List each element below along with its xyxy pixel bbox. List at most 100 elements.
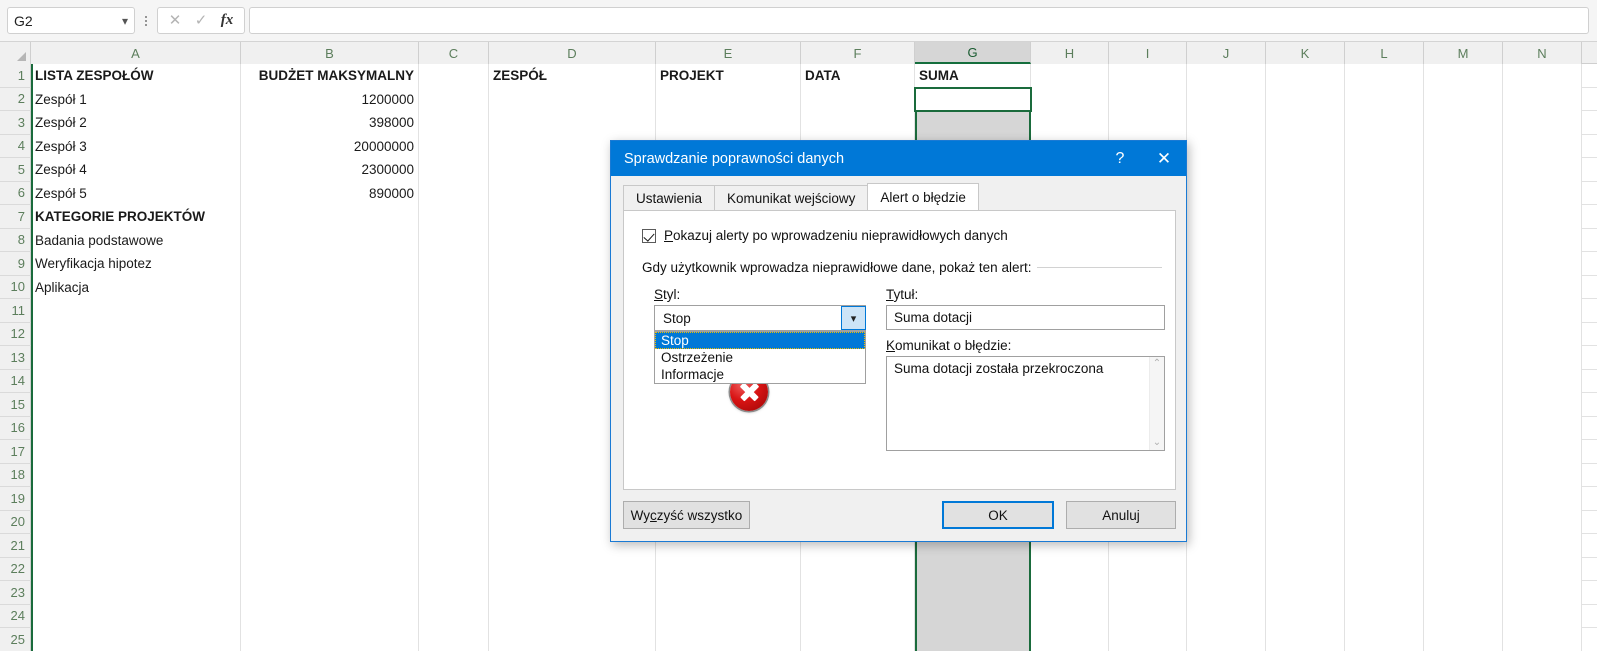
row-header-23[interactable]: 23	[0, 581, 31, 605]
cell-I2[interactable]	[1109, 87, 1187, 111]
cell-C5[interactable]	[419, 158, 489, 182]
cell-K16[interactable]	[1266, 416, 1345, 440]
cell-C19[interactable]	[419, 487, 489, 511]
cell-M23[interactable]	[1424, 581, 1503, 605]
cell-K9[interactable]	[1266, 252, 1345, 276]
cell-M3[interactable]	[1424, 111, 1503, 135]
cell-B24[interactable]	[241, 604, 419, 628]
cell-J2[interactable]	[1187, 87, 1266, 111]
cell-A18[interactable]	[31, 463, 241, 487]
cell-C25[interactable]	[419, 628, 489, 651]
row-header-7[interactable]: 7	[0, 205, 31, 229]
cell-C9[interactable]	[419, 252, 489, 276]
cell-N23[interactable]	[1503, 581, 1582, 605]
cell-M17[interactable]	[1424, 440, 1503, 464]
cell-M9[interactable]	[1424, 252, 1503, 276]
cell-E3[interactable]	[656, 111, 801, 135]
cell-K19[interactable]	[1266, 487, 1345, 511]
cell-C18[interactable]	[419, 463, 489, 487]
cell-L7[interactable]	[1345, 205, 1424, 229]
cell-H1[interactable]	[1031, 64, 1109, 88]
row-header-14[interactable]: 14	[0, 369, 31, 393]
cell-M8[interactable]	[1424, 228, 1503, 252]
row-header-17[interactable]: 17	[0, 440, 31, 464]
cell-B15[interactable]	[241, 393, 419, 417]
cell-N10[interactable]	[1503, 275, 1582, 299]
cell-L19[interactable]	[1345, 487, 1424, 511]
cell-A19[interactable]	[31, 487, 241, 511]
cell-D2[interactable]	[489, 87, 656, 111]
cell-M1[interactable]	[1424, 64, 1503, 88]
cell-L1[interactable]	[1345, 64, 1424, 88]
cell-L3[interactable]	[1345, 111, 1424, 135]
cell-A2[interactable]: Zespół 1	[31, 87, 241, 111]
cell-F3[interactable]	[801, 111, 915, 135]
cell-G2[interactable]	[915, 87, 1031, 111]
cell-B20[interactable]	[241, 510, 419, 534]
cell-C23[interactable]	[419, 581, 489, 605]
style-dropdown-list[interactable]: Stop Ostrzeżenie Informacje	[654, 331, 866, 384]
cell-C4[interactable]	[419, 134, 489, 158]
cell-C7[interactable]	[419, 205, 489, 229]
cell-N15[interactable]	[1503, 393, 1582, 417]
cell-L17[interactable]	[1345, 440, 1424, 464]
cell-N14[interactable]	[1503, 369, 1582, 393]
cell-H24[interactable]	[1031, 604, 1109, 628]
row-header-6[interactable]: 6	[0, 181, 31, 205]
cell-M24[interactable]	[1424, 604, 1503, 628]
cell-K22[interactable]	[1266, 557, 1345, 581]
cell-J12[interactable]	[1187, 322, 1266, 346]
cell-N12[interactable]	[1503, 322, 1582, 346]
row-header-20[interactable]: 20	[0, 510, 31, 534]
cell-B19[interactable]	[241, 487, 419, 511]
cell-L2[interactable]	[1345, 87, 1424, 111]
cell-J15[interactable]	[1187, 393, 1266, 417]
cell-E24[interactable]	[656, 604, 801, 628]
cell-A9[interactable]: Weryfikacja hipotez	[31, 252, 241, 276]
column-header-b[interactable]: B	[241, 42, 419, 64]
cell-H3[interactable]	[1031, 111, 1109, 135]
cell-M18[interactable]	[1424, 463, 1503, 487]
cell-L11[interactable]	[1345, 299, 1424, 323]
cell-C3[interactable]	[419, 111, 489, 135]
cell-C12[interactable]	[419, 322, 489, 346]
cell-B18[interactable]	[241, 463, 419, 487]
cell-M16[interactable]	[1424, 416, 1503, 440]
cell-A1[interactable]: LISTA ZESPOŁÓW	[31, 64, 241, 88]
cell-G3[interactable]	[915, 111, 1031, 135]
formula-input[interactable]	[249, 7, 1589, 34]
cell-B10[interactable]	[241, 275, 419, 299]
row-header-24[interactable]: 24	[0, 604, 31, 628]
cell-J23[interactable]	[1187, 581, 1266, 605]
chevron-down-icon[interactable]: ▾	[841, 306, 866, 330]
cell-A17[interactable]	[31, 440, 241, 464]
cell-K7[interactable]	[1266, 205, 1345, 229]
cell-K15[interactable]	[1266, 393, 1345, 417]
cell-N20[interactable]	[1503, 510, 1582, 534]
row-header-13[interactable]: 13	[0, 346, 31, 370]
cell-N25[interactable]	[1503, 628, 1582, 651]
cell-D24[interactable]	[489, 604, 656, 628]
cell-L18[interactable]	[1345, 463, 1424, 487]
cell-M10[interactable]	[1424, 275, 1503, 299]
cell-E25[interactable]	[656, 628, 801, 651]
cell-K8[interactable]	[1266, 228, 1345, 252]
cell-J21[interactable]	[1187, 534, 1266, 558]
cell-C14[interactable]	[419, 369, 489, 393]
clear-all-button[interactable]: Wy c zyść wszystko	[623, 501, 750, 529]
cell-M19[interactable]	[1424, 487, 1503, 511]
cell-C22[interactable]	[419, 557, 489, 581]
cell-I3[interactable]	[1109, 111, 1187, 135]
column-header-h[interactable]: H	[1031, 42, 1109, 64]
cell-A24[interactable]	[31, 604, 241, 628]
column-header-d[interactable]: D	[489, 42, 656, 64]
cell-N13[interactable]	[1503, 346, 1582, 370]
column-header-j[interactable]: J	[1187, 42, 1266, 64]
column-header-e[interactable]: E	[656, 42, 801, 64]
cell-M12[interactable]	[1424, 322, 1503, 346]
cell-B13[interactable]	[241, 346, 419, 370]
cell-G24[interactable]	[915, 604, 1031, 628]
cell-E22[interactable]	[656, 557, 801, 581]
cell-D25[interactable]	[489, 628, 656, 651]
cell-F25[interactable]	[801, 628, 915, 651]
